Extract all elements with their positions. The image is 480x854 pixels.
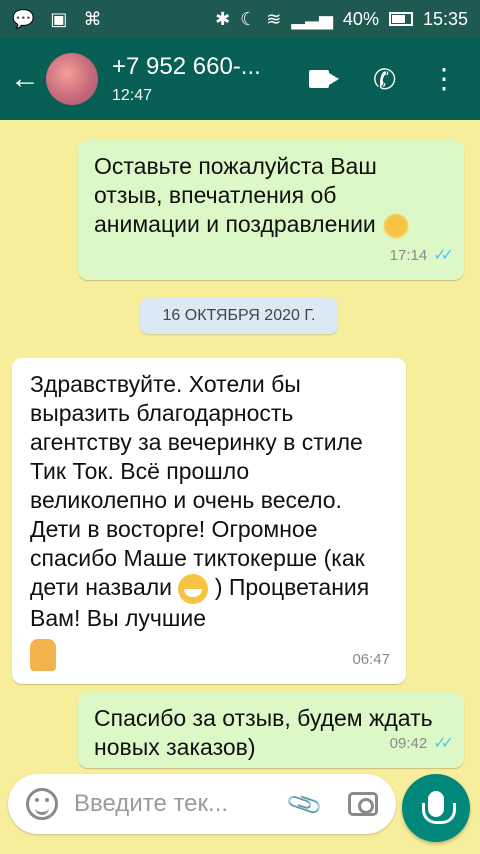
message-time: 09:42 ✓✓ xyxy=(389,729,454,758)
video-call-icon[interactable] xyxy=(308,70,339,88)
message-text: Здравствуйте. Хотели бы выразить благода… xyxy=(30,371,365,600)
message-time: 06:47 xyxy=(352,645,390,674)
double-check-icon: ✓✓ xyxy=(433,247,454,264)
message-time: 17:14 ✓✓ xyxy=(389,241,454,270)
header-actions: ✆ ⋮ xyxy=(308,61,470,98)
message-composer: Введите тек... 📎 xyxy=(8,774,396,834)
sign-of-horns-emoji-icon xyxy=(30,638,56,671)
status-bar: 💬 ▣ ⌘ ✱ ☾ ≋ ▂▃▅ 40% 15:35 xyxy=(0,0,480,38)
message-text: Оставьте пожалуйста Ваш отзыв, впечатлен… xyxy=(94,153,377,237)
battery-percent: 40% xyxy=(342,8,379,29)
chat-header: ← +7 952 660-... 12:47 ✆ ⋮ xyxy=(0,38,480,120)
mic-button[interactable] xyxy=(402,774,470,842)
message-in[interactable]: Здравствуйте. Хотели бы выразить благода… xyxy=(12,358,406,684)
attach-icon[interactable]: 📎 xyxy=(285,784,325,824)
bluetooth-icon: ✱ xyxy=(215,8,231,29)
emoji-icon[interactable] xyxy=(26,788,58,820)
chat-area[interactable]: Оставьте пожалуйста Ваш отзыв, впечатлен… xyxy=(0,120,480,770)
message-text: Спасибо за отзыв, будем ждать новых зака… xyxy=(94,705,433,760)
camera-icon[interactable] xyxy=(348,792,378,816)
status-left-icons: 💬 ▣ ⌘ xyxy=(12,9,101,30)
back-arrow-icon[interactable]: ← xyxy=(10,62,42,96)
gift-notification-icon: ⌘ xyxy=(83,8,102,29)
sun-emoji-icon xyxy=(382,211,411,240)
message-out[interactable]: Оставьте пожалуйста Ваш отзыв, впечатлен… xyxy=(78,140,464,280)
mic-icon xyxy=(422,791,456,824)
message-time-text: 17:14 xyxy=(389,247,428,264)
chat-notification-icon: 💬 xyxy=(12,8,35,29)
message-time-text: 06:47 xyxy=(352,651,390,668)
contact-info[interactable]: +7 952 660-... 12:47 xyxy=(112,53,261,105)
contact-subtitle: 12:47 xyxy=(112,87,153,104)
laughing-emoji-icon xyxy=(178,573,209,604)
status-right-icons: ✱ ☾ ≋ ▂▃▅ 40% 15:35 xyxy=(215,9,468,30)
contact-name: +7 952 660-... xyxy=(112,53,261,80)
message-input[interactable]: Введите тек... xyxy=(74,790,290,818)
double-check-icon: ✓✓ xyxy=(433,735,454,752)
message-time-text: 09:42 xyxy=(389,735,428,752)
more-vert-icon[interactable]: ⋮ xyxy=(430,65,458,93)
status-time: 15:35 xyxy=(422,8,468,29)
message-out[interactable]: Спасибо за отзыв, будем ждать новых зака… xyxy=(78,692,464,768)
date-chip: 16 ОКТЯБРЯ 2020 Г. xyxy=(140,298,338,334)
avatar[interactable] xyxy=(46,53,98,105)
phone-icon[interactable]: ✆ xyxy=(370,61,399,98)
gallery-notification-icon: ▣ xyxy=(50,8,68,29)
wifi-icon: ≋ xyxy=(266,8,282,29)
battery-icon xyxy=(388,12,413,26)
moon-icon: ☾ xyxy=(240,8,257,29)
signal-icon: ▂▃▅ xyxy=(291,8,333,29)
